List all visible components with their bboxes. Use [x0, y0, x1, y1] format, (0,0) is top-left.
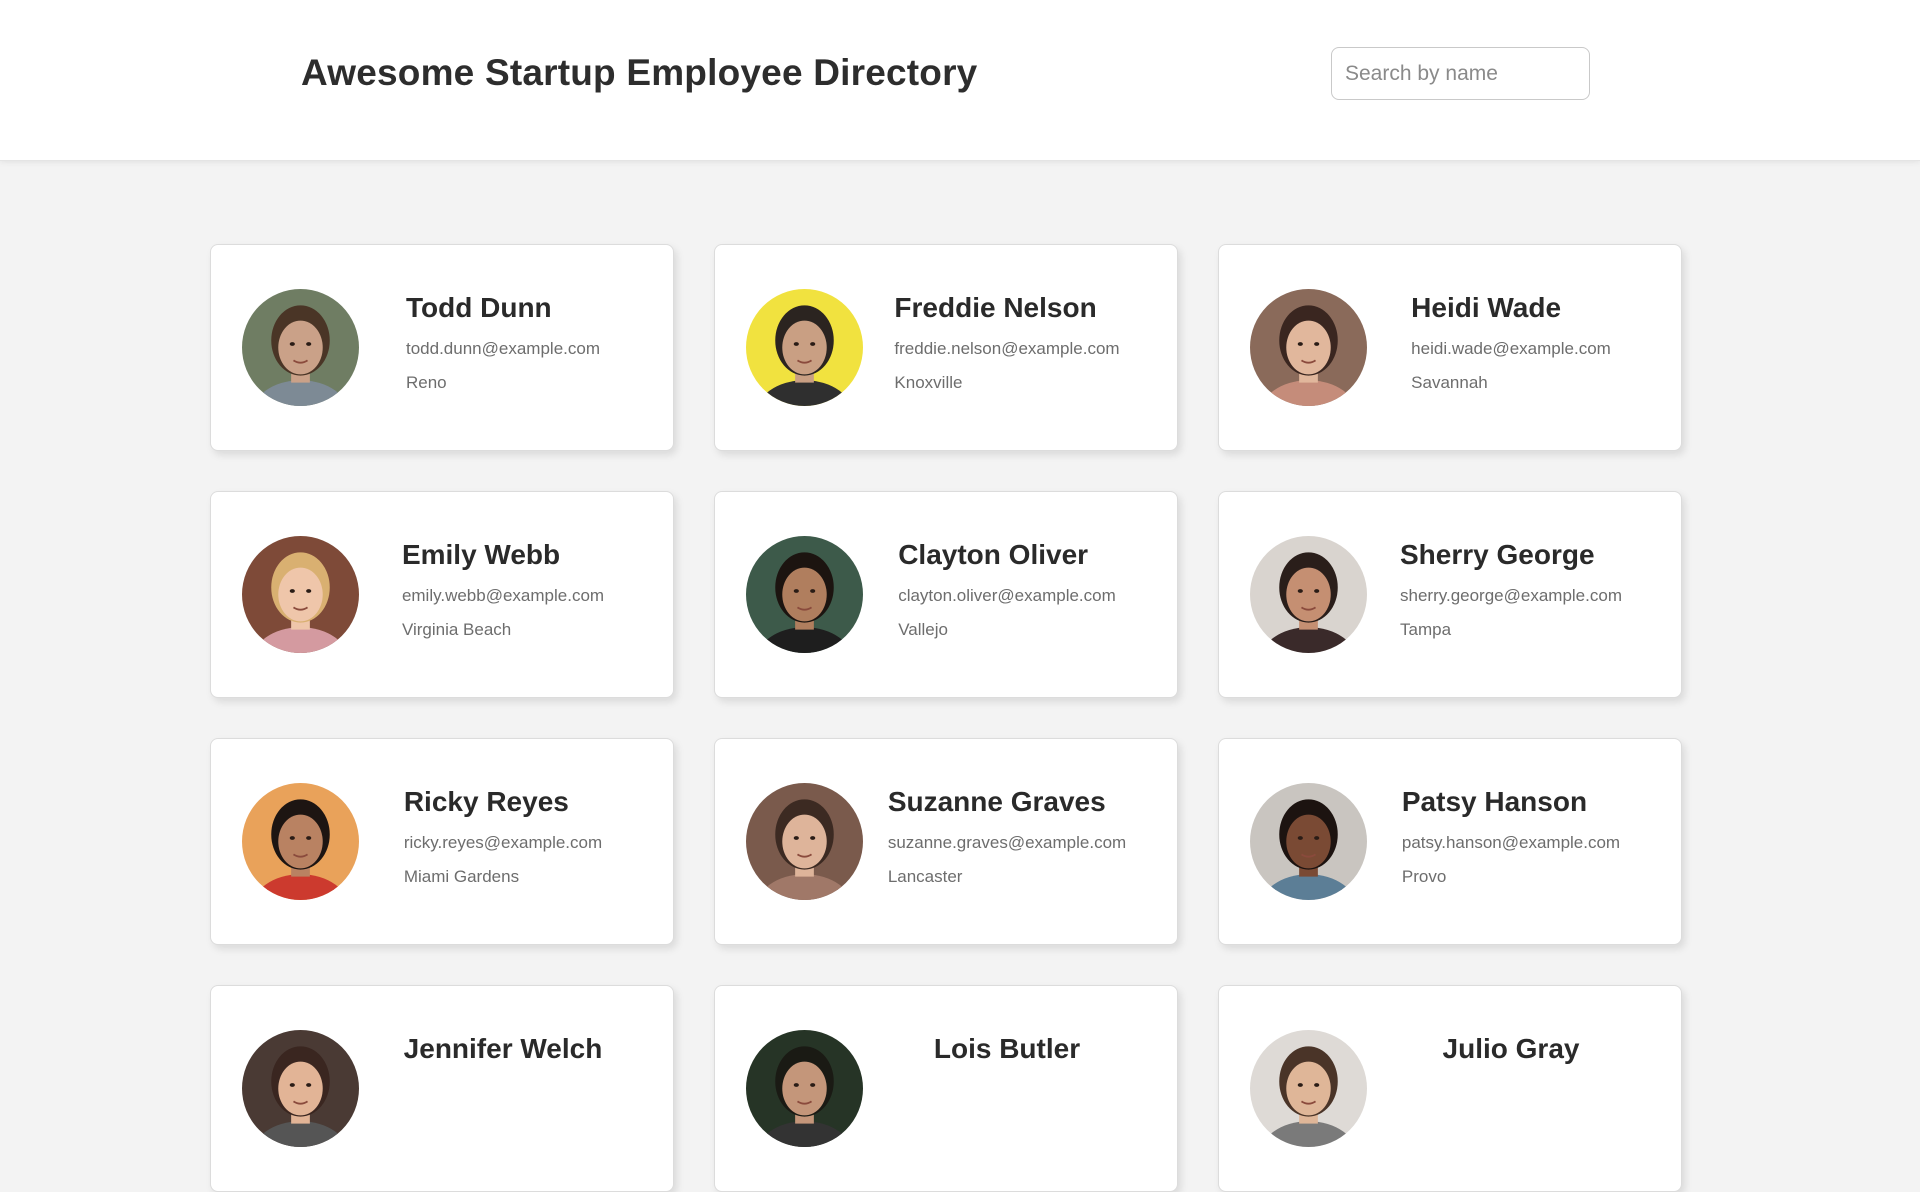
employee-name: Jennifer Welch [403, 1033, 603, 1064]
employee-name: Suzanne Graves [887, 786, 1106, 817]
employee-name: Freddie Nelson [894, 292, 1097, 323]
employee-email: sherry.george@example.com [1400, 586, 1622, 605]
employee-card[interactable]: Jennifer Welch [210, 985, 674, 1192]
employee-name: Julio Gray [1442, 1033, 1580, 1064]
page-title: Awesome Startup Employee Directory [301, 52, 978, 93]
employee-city: Vallejo [898, 620, 948, 639]
employee-email: emily.webb@example.com [401, 586, 605, 605]
employee-card[interactable]: Sherry George sherry.george@example.com … [1218, 491, 1682, 698]
employee-city: Knoxville [894, 373, 963, 392]
employee-city: Lancaster [887, 867, 963, 886]
employee-card[interactable]: Freddie Nelson freddie.nelson@example.co… [714, 244, 1178, 451]
employee-email: freddie.nelson@example.com [894, 339, 1120, 358]
employee-city: Tampa [1400, 620, 1452, 639]
avatar [746, 1030, 863, 1147]
search-input[interactable] [1331, 47, 1590, 100]
employee-card[interactable]: Ricky Reyes ricky.reyes@example.com Miam… [210, 738, 674, 945]
employee-name: Sherry George [1400, 539, 1595, 570]
employee-city: Reno [406, 373, 447, 392]
employee-name: Ricky Reyes [403, 786, 569, 817]
employee-email: patsy.hanson@example.com [1401, 833, 1621, 852]
employee-card[interactable]: Emily Webb emily.webb@example.com Virgin… [210, 491, 674, 698]
employee-city: Miami Gardens [403, 867, 520, 886]
employee-card[interactable]: Patsy Hanson patsy.hanson@example.com Pr… [1218, 738, 1682, 945]
employee-card[interactable]: Todd Dunn todd.dunn@example.com Reno [210, 244, 674, 451]
avatar [746, 289, 863, 406]
employee-email: clayton.oliver@example.com [898, 586, 1116, 605]
avatar [242, 289, 359, 406]
employee-email: todd.dunn@example.com [406, 339, 600, 358]
avatar [242, 536, 359, 653]
avatar [242, 1030, 359, 1147]
employee-grid: Todd Dunn todd.dunn@example.com Reno Fre… [210, 244, 1682, 1192]
avatar [1250, 1030, 1367, 1147]
avatar [1250, 783, 1367, 900]
employee-email: heidi.wade@example.com [1411, 339, 1611, 358]
employee-card[interactable]: Julio Gray [1218, 985, 1682, 1192]
page-header: Awesome Startup Employee Directory [0, 0, 1920, 161]
employee-card[interactable]: Lois Butler [714, 985, 1178, 1192]
employee-name: Heidi Wade [1411, 292, 1562, 323]
employee-name: Todd Dunn [406, 292, 552, 323]
employee-city: Provo [1401, 867, 1447, 886]
avatar [242, 783, 359, 900]
employee-name: Clayton Oliver [898, 539, 1089, 570]
employee-email: ricky.reyes@example.com [403, 833, 603, 852]
employee-city: Virginia Beach [401, 620, 512, 639]
employee-name: Patsy Hanson [1401, 786, 1588, 817]
employee-name: Lois Butler [933, 1033, 1081, 1064]
avatar [1250, 289, 1367, 406]
avatar [746, 536, 863, 653]
employee-card[interactable]: Heidi Wade heidi.wade@example.com Savann… [1218, 244, 1682, 451]
employee-card[interactable]: Suzanne Graves suzanne.graves@example.co… [714, 738, 1178, 945]
employee-card[interactable]: Clayton Oliver clayton.oliver@example.co… [714, 491, 1178, 698]
avatar [746, 783, 863, 900]
employee-city: Savannah [1411, 373, 1488, 392]
employee-name: Emily Webb [401, 539, 561, 570]
avatar [1250, 536, 1367, 653]
employee-email: suzanne.graves@example.com [887, 833, 1127, 852]
